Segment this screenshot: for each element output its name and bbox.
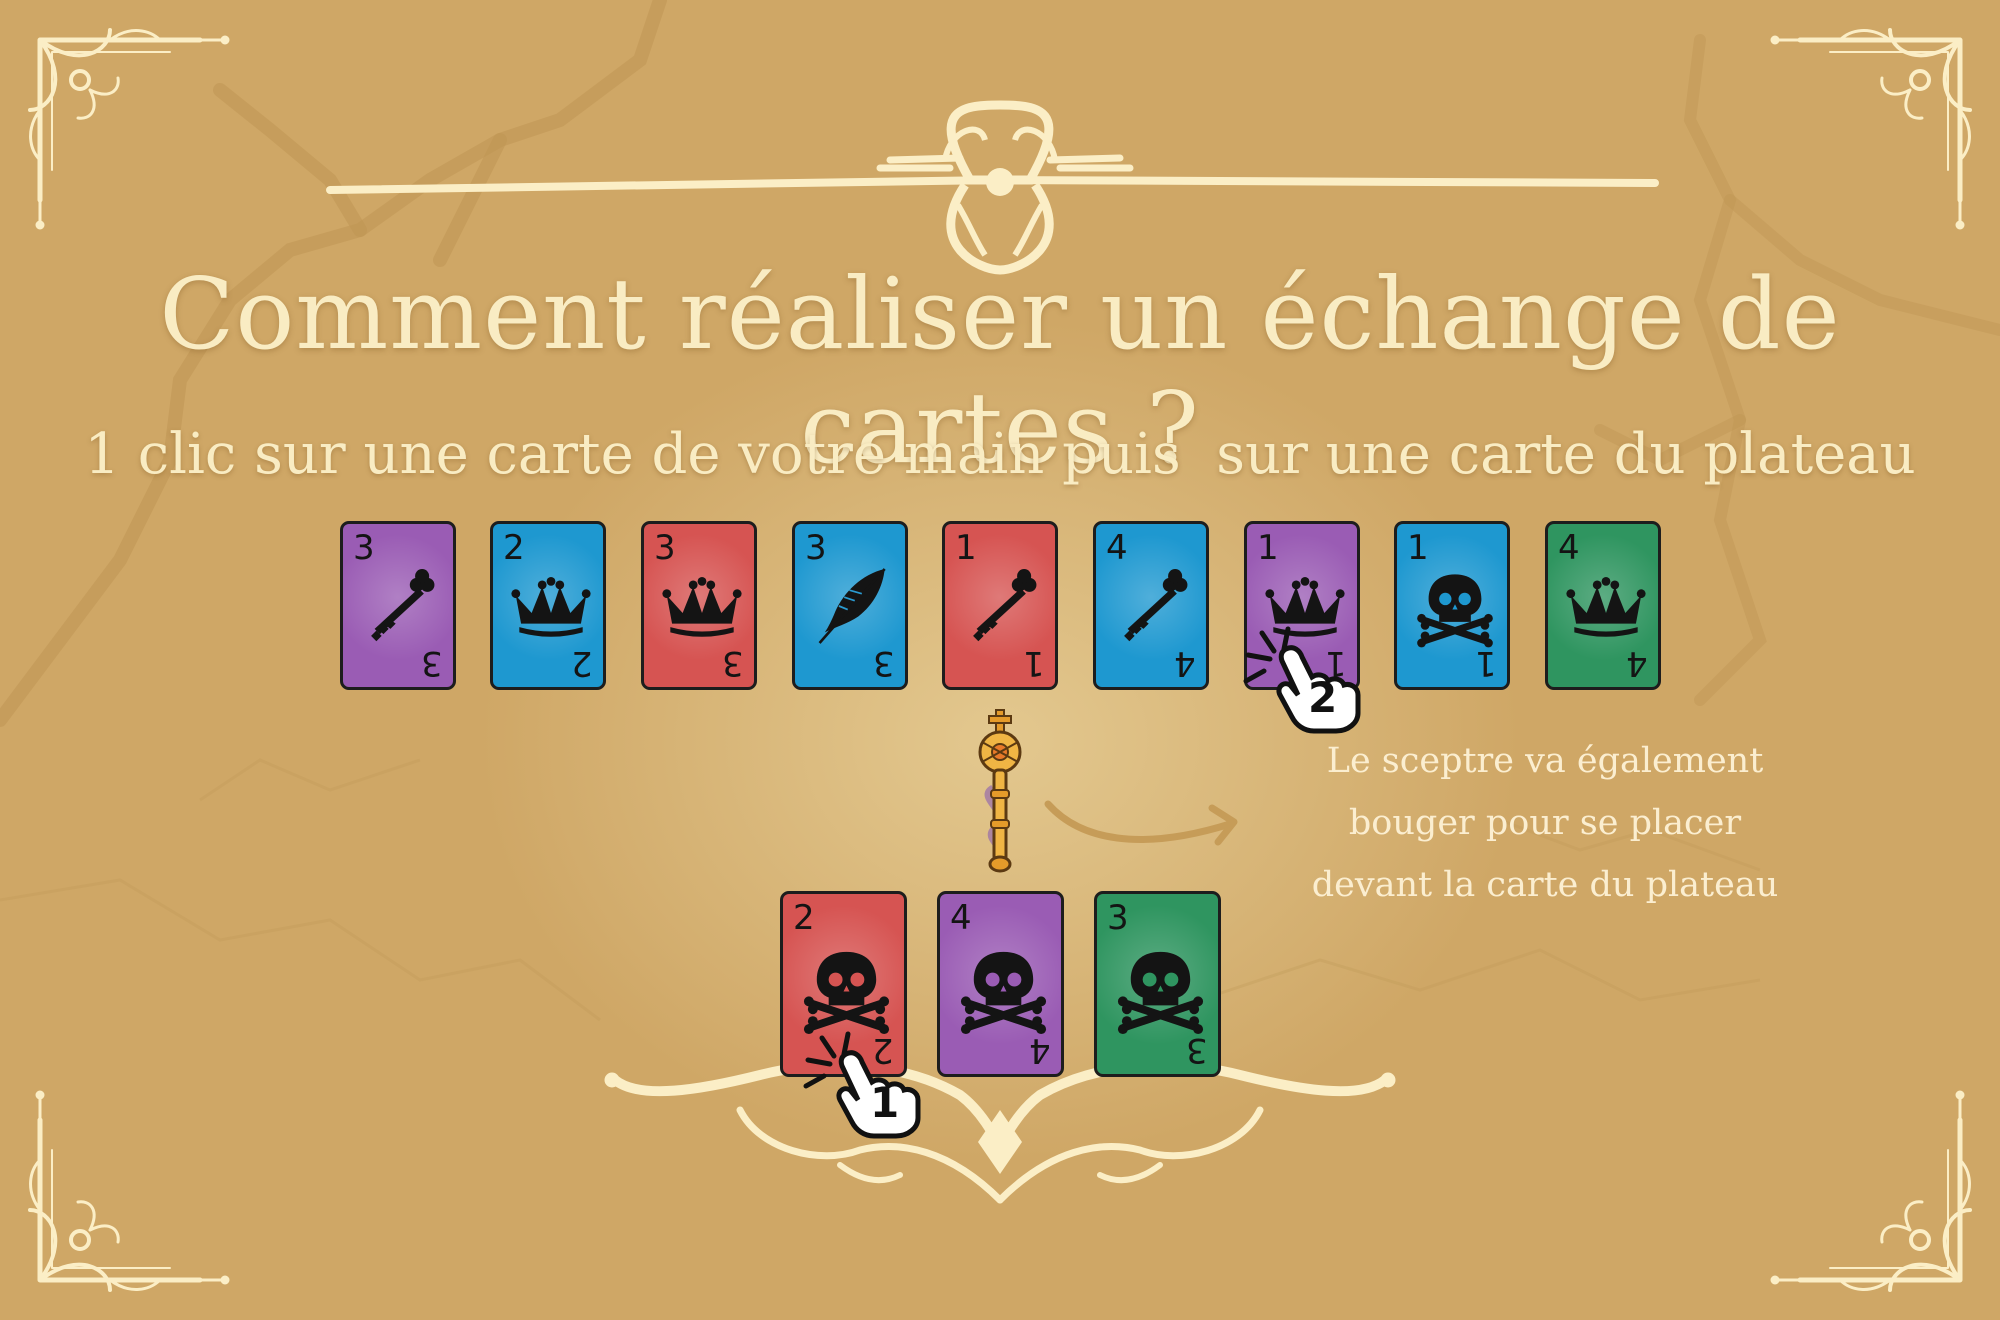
note-line-1: Le sceptre va également [1326,741,1764,781]
card-rank-top: 4 [950,898,972,938]
skull-crossbones-icon [954,938,1053,1037]
key-icon [973,569,1037,642]
card-rank-bottom: 1 [1023,643,1045,683]
board-card-4[interactable]: 3 3 [792,521,908,690]
card-rank-bottom: 3 [722,643,744,683]
board-card-3[interactable]: 3 3 [641,521,757,690]
card-rank-bottom: 3 [873,643,895,683]
hand-card-2[interactable]: 4 4 [937,891,1064,1077]
step-number-2: 2 [1308,673,1338,722]
card-rank-bottom: 2 [571,643,593,683]
board-card-9[interactable]: 4 4 [1545,521,1661,690]
note-line-3: devant la carte du plateau [1311,865,1779,905]
skull-crossbones-icon [1111,938,1210,1037]
board-card-6[interactable]: 4 4 [1093,521,1209,690]
card-rank-bottom: 3 [1186,1030,1208,1070]
crown-icon [511,576,591,637]
card-rank-bottom: 3 [421,643,443,683]
card-rank-bottom: 4 [1626,643,1648,683]
game-scene: { "title": "Comment réaliser un échange … [0,0,2000,1320]
crown-icon [662,576,742,637]
curved-arrow-icon [1044,800,1238,846]
skull-crossbones-icon [1411,562,1499,650]
board-card-2[interactable]: 2 2 [490,521,606,690]
card-rank-top: 3 [1107,898,1129,938]
hand-card-3[interactable]: 3 3 [1094,891,1221,1077]
crown-icon [1566,576,1646,637]
board-card-5[interactable]: 1 1 [942,521,1058,690]
pointer-step-1: 1 [800,1030,940,1140]
pointer-step-2: 2 [1240,625,1380,735]
board-card-8[interactable]: 1 1 [1394,521,1510,690]
key-icon [371,569,435,642]
card-rank-bottom: 4 [1029,1030,1051,1070]
instruction-subtitle: 1 clic sur une carte de votre main puis … [84,422,1916,487]
skull-crossbones-icon [797,938,896,1037]
scepter-note: Le sceptre va également bouger pour se p… [1270,730,1820,916]
step-number-1: 1 [870,1078,900,1127]
key-icon [1124,569,1188,642]
board-card-1[interactable]: 3 3 [340,521,456,690]
card-rank-bottom: 1 [1475,643,1497,683]
card-rank-top: 2 [793,898,815,938]
scepter-icon [978,709,1022,873]
feather-icon [818,567,886,645]
note-line-2: bouger pour se placer [1348,803,1742,843]
card-rank-bottom: 4 [1174,643,1196,683]
